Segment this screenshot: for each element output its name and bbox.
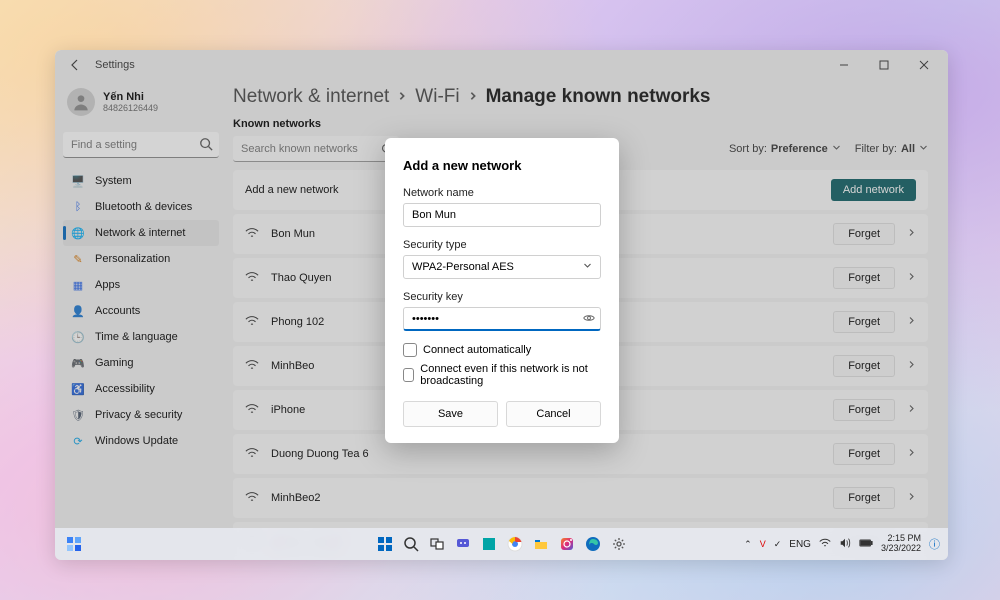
checkbox-icon: [403, 368, 414, 382]
settings-icon-taskbar[interactable]: [609, 534, 629, 554]
security-type-select[interactable]: WPA2-Personal AES: [403, 255, 601, 279]
save-button[interactable]: Save: [403, 401, 498, 427]
tray-app-icon[interactable]: ✓: [774, 539, 782, 550]
dialog-title: Add a new network: [403, 158, 601, 173]
wifi-icon[interactable]: [819, 537, 831, 552]
system-tray[interactable]: ⌃ V ✓ ENG 2:15 PM 3/23/2022 ⓘ: [744, 534, 940, 554]
chevron-down-icon: [583, 261, 592, 273]
network-name-input[interactable]: [403, 203, 601, 227]
security-type-value: WPA2-Personal AES: [412, 261, 514, 273]
app-icon[interactable]: [479, 534, 499, 554]
cancel-button[interactable]: Cancel: [506, 401, 601, 427]
chrome-icon[interactable]: [505, 534, 525, 554]
taskview-button[interactable]: [427, 534, 447, 554]
edge-icon[interactable]: [583, 534, 603, 554]
connect-hidden-row[interactable]: Connect even if this network is not broa…: [403, 363, 601, 387]
security-type-label: Security type: [403, 239, 601, 251]
connect-automatically-label: Connect automatically: [423, 344, 531, 356]
security-key-input[interactable]: [403, 307, 601, 331]
tray-chevron-icon[interactable]: ⌃: [744, 539, 752, 550]
notifications-icon[interactable]: ⓘ: [929, 536, 940, 552]
battery-icon[interactable]: [859, 538, 873, 551]
connect-hidden-label: Connect even if this network is not broa…: [420, 363, 601, 387]
explorer-icon[interactable]: [531, 534, 551, 554]
show-password-icon[interactable]: [583, 312, 595, 327]
chat-button[interactable]: [453, 534, 473, 554]
instagram-icon[interactable]: [557, 534, 577, 554]
checkbox-icon: [403, 343, 417, 357]
tray-app-icon[interactable]: V: [760, 539, 766, 549]
volume-icon[interactable]: [839, 537, 851, 552]
add-network-dialog: Add a new network Network name Security …: [385, 138, 619, 443]
widgets-button[interactable]: [63, 533, 85, 555]
security-key-label: Security key: [403, 291, 601, 303]
connect-automatically-row[interactable]: Connect automatically: [403, 343, 601, 357]
taskbar-center: [375, 534, 629, 554]
lang-indicator[interactable]: ENG: [789, 539, 811, 550]
clock[interactable]: 2:15 PM 3/23/2022: [881, 534, 921, 554]
search-button[interactable]: [401, 534, 421, 554]
taskbar: ⌃ V ✓ ENG 2:15 PM 3/23/2022 ⓘ: [55, 528, 948, 560]
network-name-label: Network name: [403, 187, 601, 199]
start-button[interactable]: [375, 534, 395, 554]
